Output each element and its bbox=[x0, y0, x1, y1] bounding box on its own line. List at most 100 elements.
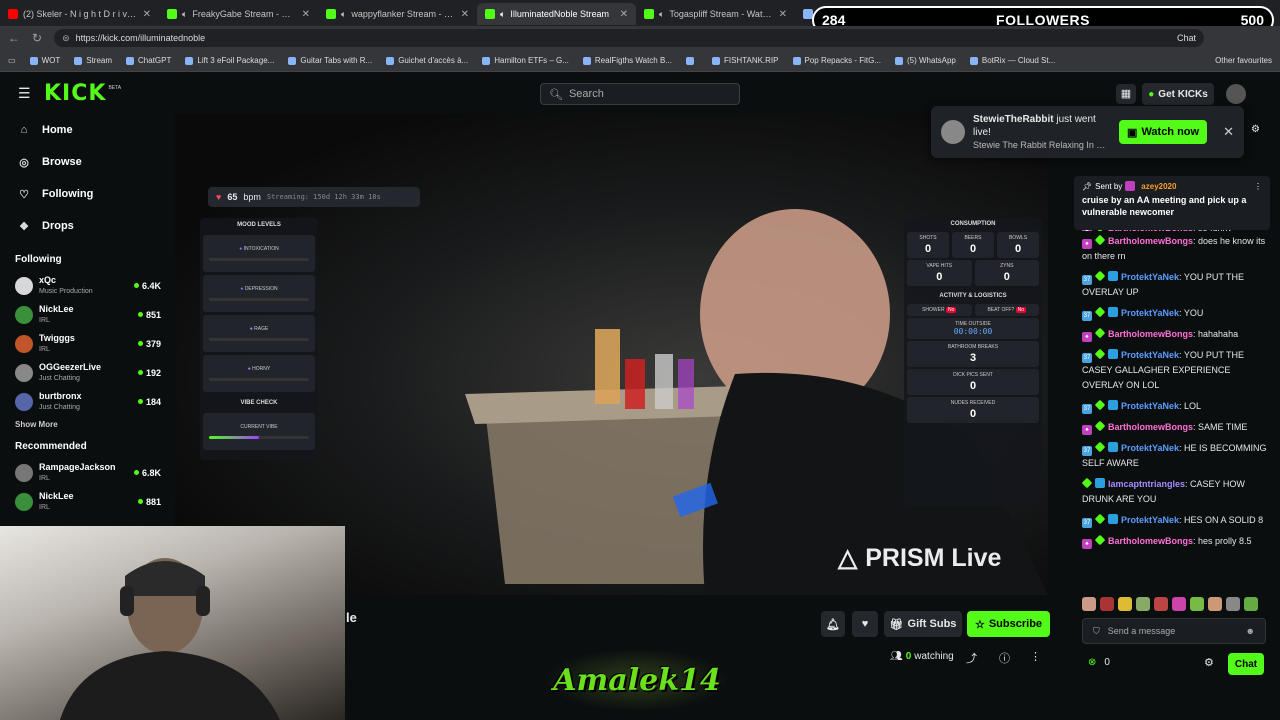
channel-item[interactable]: NickLee IRL 851 bbox=[0, 300, 175, 329]
emoji-icon[interactable]: ☻ bbox=[1246, 626, 1255, 636]
channel-item[interactable]: RampageJackson IRL 6.8K bbox=[0, 458, 175, 487]
browser-tab[interactable]: (2) Skeler - N i g h t D r i v e - PA ✕ bbox=[0, 3, 159, 25]
bookmark-item[interactable] bbox=[685, 56, 698, 65]
chat-username[interactable]: Iamcaptntriangles bbox=[1108, 479, 1185, 489]
bookmark-item[interactable]: Stream bbox=[74, 56, 112, 65]
follow-button[interactable]: ♥ bbox=[852, 611, 878, 637]
emote-icon[interactable] bbox=[1172, 597, 1186, 611]
share-icon[interactable]: ⤴ bbox=[966, 650, 977, 666]
bookmark-item[interactable]: Lift 3 eFoil Package... bbox=[185, 56, 274, 65]
channel-item[interactable]: OGGeezerLive Just Chatting 192 bbox=[0, 358, 175, 387]
emote-icon[interactable] bbox=[1100, 597, 1114, 611]
browser-chat-label[interactable]: Chat bbox=[1177, 33, 1196, 43]
other-favourites[interactable]: Other favourites bbox=[1215, 56, 1272, 65]
pinned-more-icon[interactable]: ⋮ bbox=[1254, 182, 1262, 191]
channel-item[interactable]: Twigggs IRL 379 bbox=[0, 329, 175, 358]
chat-username[interactable]: ProtektYaNek bbox=[1121, 350, 1179, 360]
emote-icon[interactable] bbox=[1118, 597, 1132, 611]
menu-icon[interactable]: ☰ bbox=[18, 85, 31, 102]
live-dot-icon bbox=[137, 399, 143, 404]
bookmark-item[interactable]: FISHTANK.RIP bbox=[711, 56, 779, 65]
chat-username[interactable]: ProtektYaNek bbox=[1121, 401, 1179, 411]
emote-icon[interactable] bbox=[1082, 597, 1096, 611]
back-icon[interactable]: ← bbox=[8, 31, 20, 45]
chat-input[interactable]: ⛉ Send a message ☻ bbox=[1082, 618, 1266, 644]
kicks-balance[interactable]: ⊗ 0 bbox=[1088, 657, 1110, 668]
info-icon[interactable]: ⓘ bbox=[999, 650, 1010, 666]
chat-username[interactable]: BartholomewBongs bbox=[1108, 536, 1193, 546]
consumption-panel: CONSUMPTION SHOTS 0 BEERS 0 BOWLS 0 VAPE HITS… bbox=[904, 218, 1042, 506]
pinned-user[interactable]: azey2020 bbox=[1141, 182, 1176, 191]
chat-username[interactable]: BartholomewBongs bbox=[1108, 329, 1193, 339]
speaker-icon[interactable]: 🔈︎ bbox=[500, 9, 505, 20]
watch-now-button[interactable]: ▣ Watch now bbox=[1119, 120, 1208, 144]
chat-username[interactable]: ProtektYaNek bbox=[1121, 272, 1179, 282]
get-kicks-button[interactable]: ● Get KICKs bbox=[1142, 83, 1214, 105]
bookmark-item[interactable]: BotRix — Cloud St... bbox=[969, 56, 1055, 65]
tab-close-icon[interactable]: ✕ bbox=[620, 9, 628, 20]
channel-item[interactable]: xQc Music Production 6.4K bbox=[0, 271, 175, 300]
speaker-icon[interactable]: 🔈︎ bbox=[182, 9, 187, 20]
emote-icon[interactable] bbox=[1154, 597, 1168, 611]
tab-close-icon[interactable]: ✕ bbox=[143, 9, 151, 20]
bookmark-item[interactable]: ChatGPT bbox=[126, 56, 171, 65]
browser-tab[interactable]: 🔈︎ Togaspliff Stream - Watch Liv ✕ bbox=[636, 3, 795, 25]
bookmark-item[interactable]: Guitar Tabs with R... bbox=[288, 56, 372, 65]
browser-tab[interactable]: 🔈︎ wappyflanker Stream - Watch ✕ bbox=[318, 3, 477, 25]
speaker-icon[interactable]: 🔈︎ bbox=[659, 9, 664, 20]
notify-button[interactable]: 🔔︎ bbox=[821, 611, 845, 637]
channel-item[interactable]: NickLee IRL 881 bbox=[0, 487, 175, 516]
browser-tab[interactable]: 🔈︎ IlluminatedNoble Stream ✕ bbox=[477, 3, 636, 25]
chat-username[interactable]: BartholomewBongs bbox=[1108, 236, 1193, 246]
kick-logo[interactable]: KICK bbox=[44, 81, 106, 106]
chat-username[interactable]: BartholomewBongs bbox=[1108, 422, 1193, 432]
close-icon[interactable]: ✕ bbox=[1215, 124, 1234, 140]
emote-icon[interactable] bbox=[1136, 597, 1150, 611]
reload-icon[interactable]: ↻ bbox=[32, 31, 42, 45]
bookmark-icon bbox=[482, 56, 491, 65]
viewer-number: 6.8K bbox=[141, 467, 161, 478]
gift-subs-button[interactable]: 🎁︎ Gift Subs bbox=[884, 611, 962, 637]
consumption-label: ZYNS bbox=[1000, 263, 1014, 269]
show-more-link[interactable]: Show More bbox=[0, 420, 175, 429]
sub-badge: 37 bbox=[1082, 275, 1092, 285]
browser-tab[interactable]: 🔈︎ FreakyGabe Stream - Watch L ✕ bbox=[159, 3, 318, 25]
bookmark-label: Hamilton ETFs – G... bbox=[494, 56, 569, 65]
tab-close-icon[interactable]: ✕ bbox=[302, 9, 310, 20]
chat-username[interactable]: ProtektYaNek bbox=[1121, 515, 1179, 525]
emote-icon[interactable] bbox=[1226, 597, 1240, 611]
bookmark-item[interactable]: WOT bbox=[29, 56, 60, 65]
bookmark-item[interactable]: Guichet d'accès à... bbox=[386, 56, 468, 65]
more-icon[interactable]: ⋮ bbox=[1030, 650, 1041, 663]
chat-settings-icon[interactable]: ⚙ bbox=[1251, 124, 1260, 135]
user-avatar[interactable] bbox=[1226, 84, 1246, 104]
speaker-icon[interactable]: 🔈︎ bbox=[341, 9, 346, 20]
chat-username[interactable]: ProtektYaNek bbox=[1121, 308, 1179, 318]
toast-streamer[interactable]: StewieTheRabbit bbox=[973, 114, 1054, 125]
bookmark-item[interactable]: Hamilton ETFs – G... bbox=[482, 56, 569, 65]
channel-item[interactable]: burtbronx Just Chatting 184 bbox=[0, 387, 175, 416]
nav-following[interactable]: ♡ Following bbox=[0, 178, 175, 210]
bookmark-item[interactable]: RealFigths Watch B... bbox=[582, 56, 672, 65]
emote-icon[interactable] bbox=[1244, 597, 1258, 611]
emote-icon[interactable] bbox=[1208, 597, 1222, 611]
site-info-icon[interactable]: ⊜ bbox=[62, 33, 70, 44]
tab-close-icon[interactable]: ✕ bbox=[461, 9, 469, 20]
sub-badge: ♠ bbox=[1082, 539, 1092, 549]
bookmark-item[interactable]: (5) WhatsApp bbox=[894, 56, 956, 65]
chat-gear-icon[interactable]: ⚙ bbox=[1204, 656, 1214, 669]
bookmark-menu-icon[interactable]: ▭ bbox=[8, 56, 16, 65]
subscribe-button[interactable]: ☆ Subscribe bbox=[967, 611, 1050, 637]
chat-username[interactable]: ProtektYaNek bbox=[1121, 443, 1179, 453]
bookmark-item[interactable]: Pop Repacks - FitG... bbox=[792, 56, 881, 65]
nav-drops[interactable]: ❖ Drops bbox=[0, 210, 175, 242]
store-icon[interactable]: ▦ bbox=[1116, 84, 1136, 104]
subscribe-label: Subscribe bbox=[988, 618, 1043, 630]
chat-send-button[interactable]: Chat bbox=[1228, 653, 1264, 675]
search-input[interactable]: 🔍︎ Search bbox=[540, 83, 740, 105]
url-field[interactable]: ⊜ https://kick.com/illuminatednoble Chat bbox=[54, 29, 1205, 47]
nav-browse[interactable]: ◎ Browse bbox=[0, 146, 175, 178]
nav-home[interactable]: ⌂ Home bbox=[0, 114, 175, 146]
tab-close-icon[interactable]: ✕ bbox=[779, 9, 787, 20]
emote-icon[interactable] bbox=[1190, 597, 1204, 611]
